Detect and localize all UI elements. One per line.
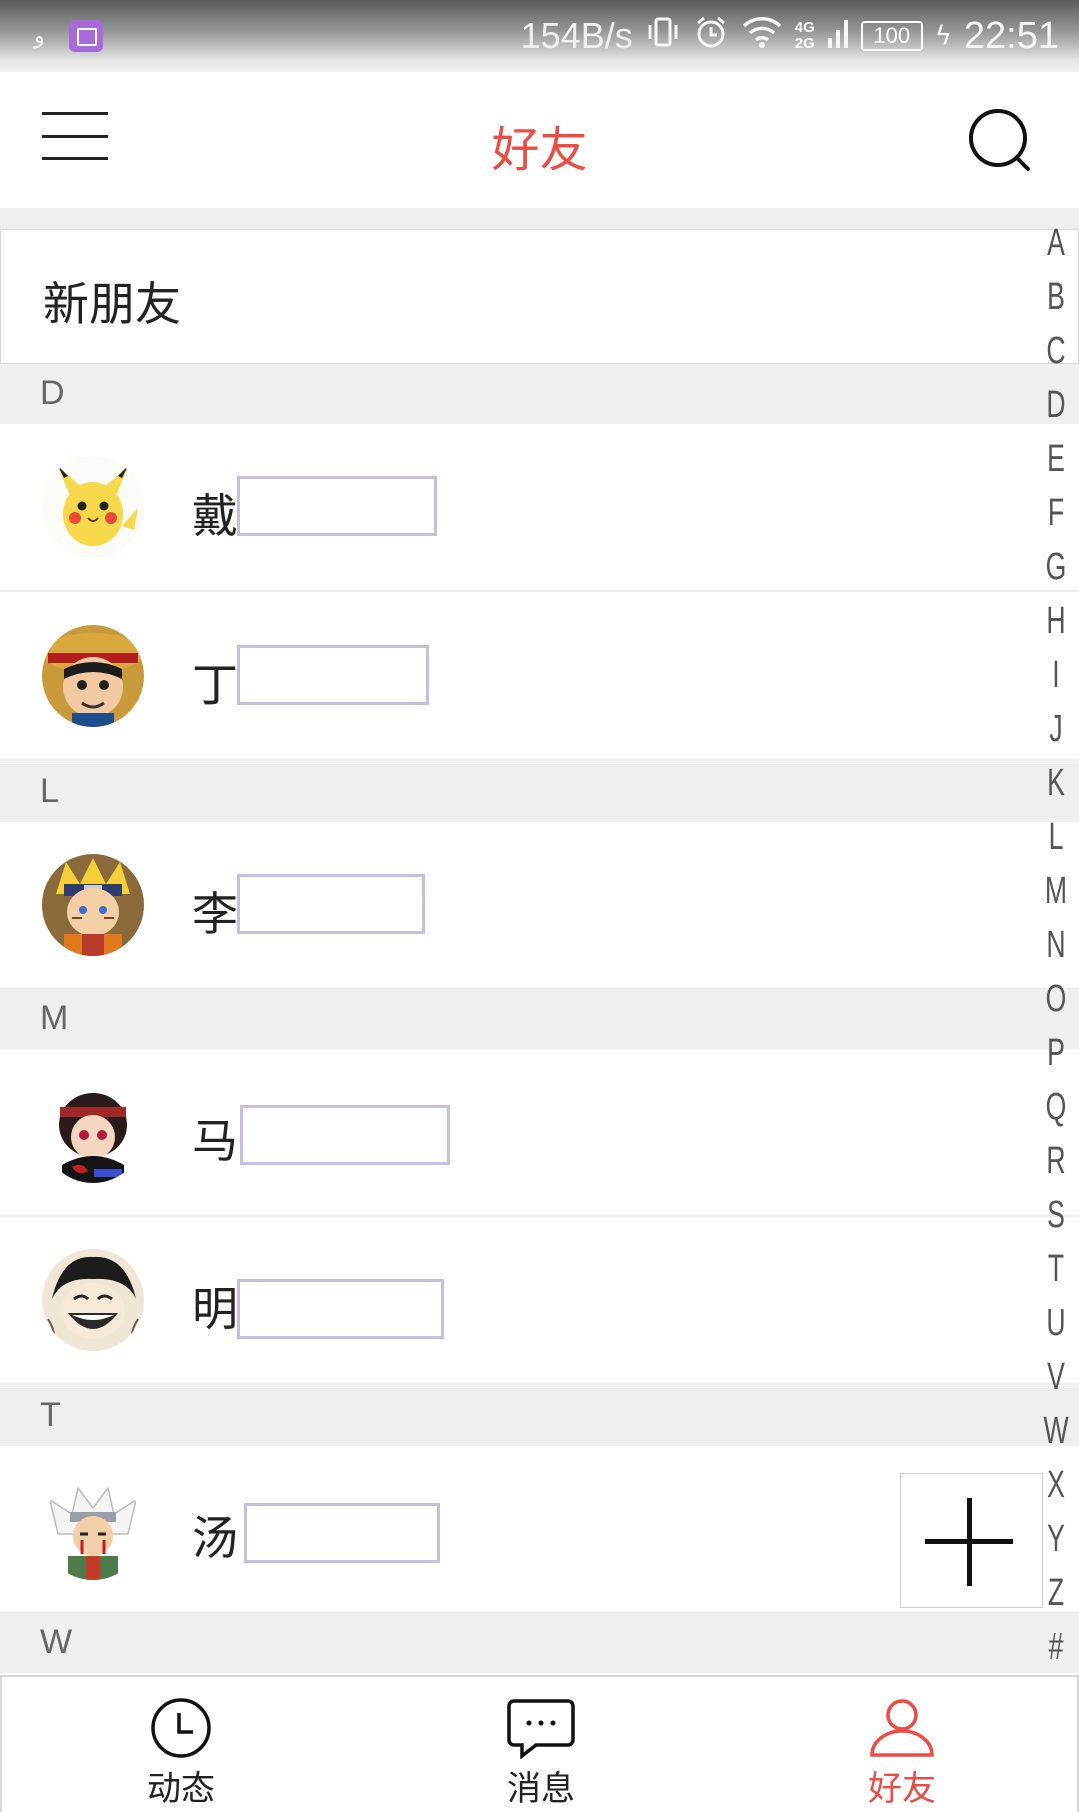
friend-name: 马 bbox=[192, 1114, 238, 1168]
battery-icon: 100 bbox=[860, 21, 923, 51]
avatar-itachi bbox=[42, 1081, 144, 1183]
tab-label: 消息 bbox=[507, 1769, 575, 1809]
notification-glyph: ﻭ bbox=[34, 23, 45, 49]
index-letter[interactable]: O bbox=[1042, 978, 1070, 1021]
index-letter[interactable]: T bbox=[1042, 1248, 1070, 1291]
index-letter[interactable]: K bbox=[1042, 762, 1070, 805]
section-letter: L bbox=[40, 772, 59, 810]
section-letter: T bbox=[40, 1396, 61, 1434]
index-letter[interactable]: # bbox=[1042, 1626, 1070, 1669]
avatar-luffy-straw-hat bbox=[42, 625, 144, 727]
index-letter[interactable]: I bbox=[1042, 654, 1070, 697]
avatar-naruto bbox=[42, 854, 144, 956]
section-header-m: M bbox=[0, 989, 1079, 1049]
search-icon[interactable] bbox=[966, 106, 1036, 176]
friend-name: 汤 bbox=[192, 1511, 238, 1565]
index-letter[interactable]: D bbox=[1042, 384, 1070, 427]
friend-row[interactable]: 李 bbox=[0, 822, 1079, 990]
tab-label: 动态 bbox=[147, 1769, 215, 1809]
index-letter[interactable]: M bbox=[1042, 870, 1070, 913]
friend-name: 丁 bbox=[192, 658, 238, 712]
new-friends-row[interactable]: 新朋友 bbox=[0, 229, 1079, 364]
avatar-jiraiya bbox=[42, 1478, 144, 1580]
vibrate-icon bbox=[645, 14, 681, 58]
app-header: 好友 bbox=[0, 72, 1079, 208]
clock-time: 22:51 bbox=[963, 14, 1059, 57]
index-letter[interactable]: P bbox=[1042, 1032, 1070, 1075]
tab-messages[interactable]: 消息 bbox=[461, 1697, 621, 1809]
tab-friends[interactable]: 好友 bbox=[822, 1697, 982, 1809]
redacted-name-box bbox=[237, 1279, 444, 1339]
redacted-name-box bbox=[237, 645, 429, 705]
redacted-name-box bbox=[237, 874, 425, 934]
section-header-w: W bbox=[0, 1613, 1079, 1673]
index-letter[interactable]: X bbox=[1042, 1464, 1070, 1507]
page-title: 好友 bbox=[491, 122, 588, 178]
network-speed: 154B/s bbox=[520, 15, 633, 56]
image-notification-icon bbox=[68, 20, 103, 52]
section-header-d: D bbox=[0, 364, 1079, 424]
tab-label: 好友 bbox=[868, 1769, 936, 1809]
alarm-icon bbox=[693, 14, 729, 58]
friend-row[interactable]: 马 bbox=[0, 1049, 1079, 1217]
index-letter[interactable]: N bbox=[1042, 924, 1070, 967]
index-letter[interactable]: Y bbox=[1042, 1518, 1070, 1561]
person-icon bbox=[870, 1699, 934, 1757]
network-4g-label: 4G bbox=[794, 19, 815, 36]
chat-bubble-icon bbox=[507, 1699, 575, 1759]
index-letter[interactable]: Z bbox=[1042, 1572, 1070, 1615]
status-left: ﻭ bbox=[34, 20, 103, 52]
bottom-tab-bar: 动态 消息 好友 bbox=[0, 1675, 1079, 1812]
redacted-name-box bbox=[240, 1105, 450, 1165]
add-friend-button[interactable] bbox=[900, 1473, 1043, 1608]
avatar-luffy-laughing bbox=[42, 1249, 144, 1351]
friend-row[interactable]: 戴 bbox=[0, 424, 1079, 592]
network-type: 4G 2G bbox=[795, 20, 815, 52]
index-letter[interactable]: C bbox=[1042, 330, 1070, 373]
tab-moments[interactable]: 动态 bbox=[101, 1697, 261, 1809]
section-letter: W bbox=[40, 1623, 73, 1661]
section-letter: M bbox=[40, 999, 69, 1037]
redacted-name-box bbox=[237, 476, 437, 536]
index-letter[interactable]: U bbox=[1042, 1302, 1070, 1345]
friend-name: 明 bbox=[192, 1282, 238, 1336]
signal-icon bbox=[827, 14, 849, 58]
status-right: 154B/s 4G 2G 100 ϟ 22:51 bbox=[521, 12, 1059, 60]
index-letter[interactable]: B bbox=[1042, 276, 1070, 319]
friend-name: 戴 bbox=[192, 489, 238, 543]
index-letter[interactable]: E bbox=[1042, 438, 1070, 481]
index-letter[interactable]: L bbox=[1042, 816, 1070, 859]
index-letter[interactable]: V bbox=[1042, 1356, 1070, 1399]
index-letter[interactable]: R bbox=[1042, 1140, 1070, 1183]
wifi-icon bbox=[741, 14, 783, 58]
charging-icon: ϟ bbox=[934, 21, 952, 51]
redacted-name-box bbox=[244, 1503, 440, 1563]
index-letter[interactable]: J bbox=[1042, 708, 1070, 751]
new-friends-label: 新朋友 bbox=[43, 277, 181, 331]
section-header-t: T bbox=[0, 1386, 1079, 1446]
alphabet-index[interactable]: A B C D E F G H I J K L M N O P Q R S T U V W X Y Z # bbox=[1036, 222, 1076, 1672]
battery-level: 100 bbox=[873, 23, 911, 48]
friend-row[interactable]: 丁 bbox=[0, 593, 1079, 761]
clock-icon bbox=[151, 1698, 211, 1758]
friend-row[interactable]: 明 bbox=[0, 1217, 1079, 1385]
status-bar: ﻭ 154B/s 4G 2G 100 ϟ 22:51 bbox=[0, 0, 1079, 72]
index-letter[interactable]: Q bbox=[1042, 1086, 1070, 1129]
index-letter[interactable]: A bbox=[1042, 222, 1070, 265]
network-2g-label: 2G bbox=[794, 35, 815, 52]
header-separator bbox=[0, 208, 1079, 230]
friend-name: 李 bbox=[192, 887, 238, 941]
index-letter[interactable]: W bbox=[1042, 1410, 1070, 1453]
section-header-l: L bbox=[0, 762, 1079, 822]
index-letter[interactable]: G bbox=[1042, 546, 1070, 589]
index-letter[interactable]: S bbox=[1042, 1194, 1070, 1237]
index-letter[interactable]: H bbox=[1042, 600, 1070, 643]
index-letter[interactable]: F bbox=[1042, 492, 1070, 535]
avatar-pikachu bbox=[42, 456, 144, 558]
section-letter: D bbox=[40, 374, 65, 412]
